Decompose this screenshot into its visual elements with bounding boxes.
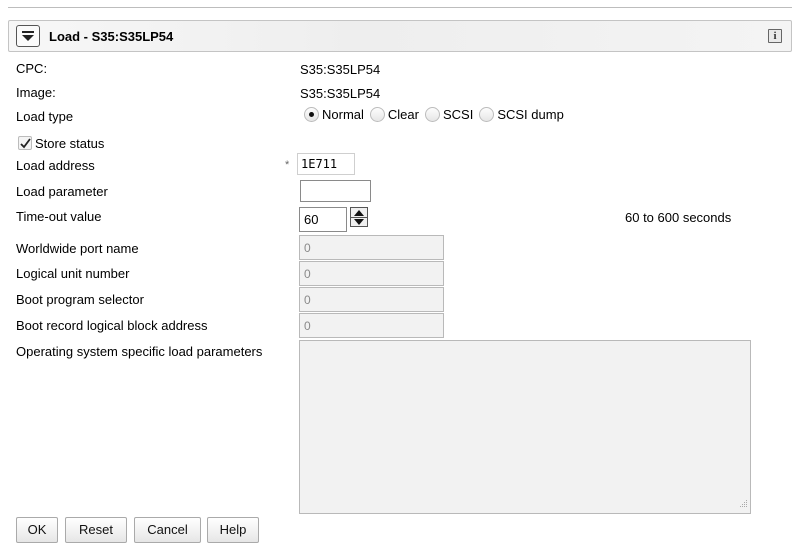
radio-clear-label: Clear [387,107,419,122]
collapse-button[interactable] [16,25,40,47]
load-type-radio-group: Normal Clear SCSI SCSI dump [304,107,570,122]
boot-record-lba-input[interactable] [299,313,444,338]
help-button[interactable]: Help [207,517,259,543]
os-load-params-textarea[interactable] [299,340,751,514]
lun-label: Logical unit number [16,266,130,281]
radio-clear-indicator[interactable] [369,107,385,122]
radio-clear[interactable]: Clear [369,107,419,122]
timeout-input[interactable] [299,207,347,232]
timeout-label: Time-out value [16,209,102,224]
boot-record-lba-label: Boot record logical block address [16,318,208,333]
timeout-spinner [350,207,368,227]
cpc-value: S35:S35LP54 [300,62,381,77]
store-status-checkbox[interactable] [18,136,32,150]
store-status-label: Store status [35,136,105,151]
radio-scsi-dump[interactable]: SCSI dump [479,107,564,122]
top-divider [8,7,792,8]
load-address-label: Load address [16,158,95,173]
image-label: Image: [16,85,56,100]
lun-input[interactable] [299,261,444,286]
cpc-label: CPC: [16,61,48,76]
boot-program-selector-input[interactable] [299,287,444,312]
load-parameter-label: Load parameter [16,184,108,199]
spinner-up-button[interactable] [351,208,367,218]
os-load-params-label: Operating system specific load parameter… [16,344,263,359]
panel-title-bar: Load - S35:S35LP54 i [8,20,792,52]
wwpn-input[interactable] [299,235,444,260]
radio-normal-indicator[interactable] [304,107,319,122]
cancel-button[interactable]: Cancel [134,517,201,543]
resize-grip-icon[interactable] [739,496,748,511]
radio-scsi[interactable]: SCSI [424,107,474,122]
radio-scsi-indicator[interactable] [424,107,440,122]
wwpn-label: Worldwide port name [16,241,139,256]
load-parameter-input[interactable] [300,180,371,202]
required-marker: * [285,159,290,171]
image-value: S35:S35LP54 [300,86,381,101]
radio-scsi-dump-label: SCSI dump [497,107,564,122]
load-address-field[interactable]: 1E711 [297,153,355,175]
timeout-range-hint: 60 to 600 seconds [625,210,732,225]
radio-scsi-label: SCSI [442,107,474,122]
info-icon[interactable]: i [768,29,782,43]
radio-normal[interactable]: Normal [304,107,364,122]
boot-program-selector-label: Boot program selector [16,292,144,307]
spinner-down-button[interactable] [351,218,367,227]
reset-button[interactable]: Reset [65,517,127,543]
panel-title: Load - S35:S35LP54 [49,29,174,44]
ok-button[interactable]: OK [16,517,58,543]
radio-normal-label: Normal [322,107,364,122]
radio-scsi-dump-indicator[interactable] [479,107,495,122]
load-type-label: Load type [16,109,74,124]
